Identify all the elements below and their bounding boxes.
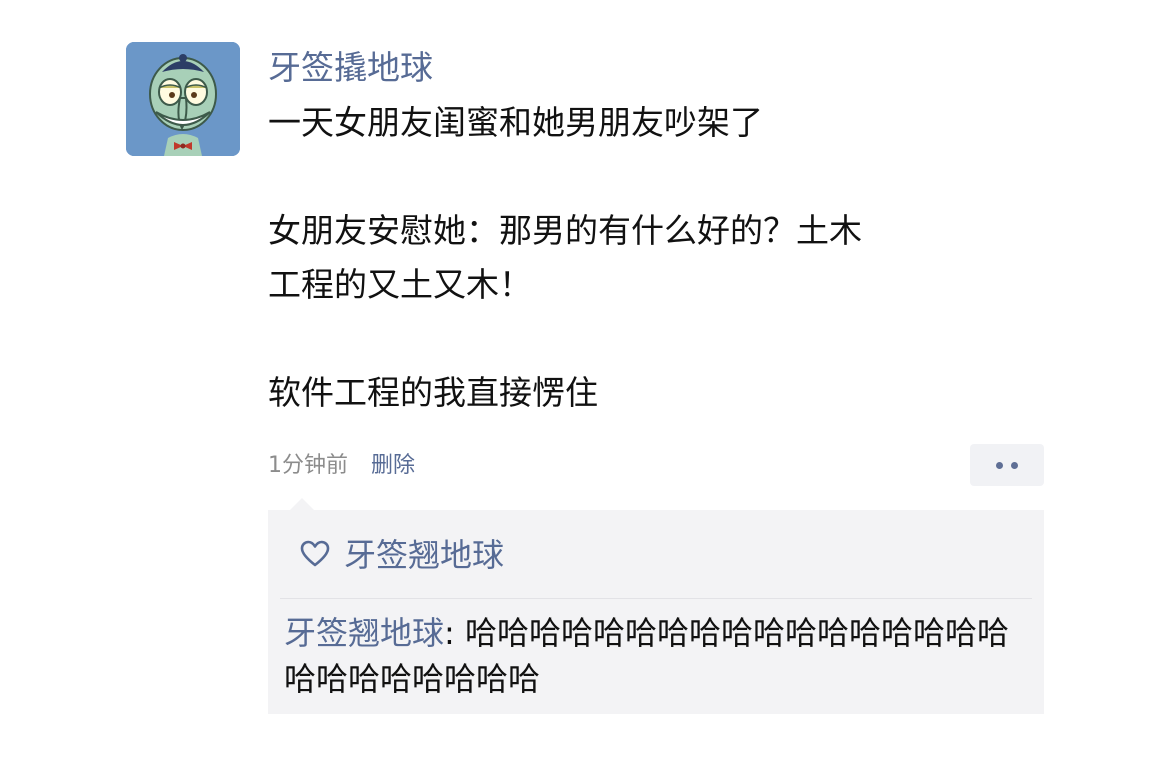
post-content: 牙签撬地球 一天女朋友闺蜜和她男朋友吵架了 女朋友安慰她：那男的有什么好的？土木… — [268, 44, 1048, 420]
comment-author[interactable]: 牙签翘地球 — [284, 614, 444, 652]
more-dots-icon — [996, 462, 1003, 469]
post-text: 一天女朋友闺蜜和她男朋友吵架了 女朋友安慰她：那男的有什么好的？土木 工程的又土… — [268, 96, 1048, 420]
likes-row: 牙签翘地球 — [300, 532, 504, 578]
moments-post: 牙签撬地球 一天女朋友闺蜜和她男朋友吵架了 女朋友安慰她：那男的有什么好的？土木… — [0, 0, 1169, 758]
heart-icon — [300, 540, 330, 567]
more-actions-button[interactable] — [970, 444, 1044, 486]
squidward-avatar-icon — [126, 42, 240, 156]
post-meta: 1分钟前 删除 — [268, 448, 415, 484]
post-paragraph: 一天女朋友闺蜜和她男朋友吵架了 — [268, 103, 763, 142]
comment-separator: : — [444, 614, 465, 652]
avatar[interactable] — [126, 42, 240, 156]
post-timestamp: 1分钟前 — [268, 453, 348, 478]
delete-link[interactable]: 删除 — [371, 453, 415, 478]
interaction-panel: 牙签翘地球 牙签翘地球: 哈哈哈哈哈哈哈哈哈哈哈哈哈哈哈哈哈哈哈哈哈哈哈哈哈 — [268, 498, 1044, 714]
liker-name[interactable]: 牙签翘地球 — [344, 536, 504, 574]
more-dots-icon — [1011, 462, 1018, 469]
comment-item[interactable]: 牙签翘地球: 哈哈哈哈哈哈哈哈哈哈哈哈哈哈哈哈哈哈哈哈哈哈哈哈哈 — [284, 610, 1034, 702]
post-paragraph: 女朋友安慰她：那男的有什么好的？土木 工程的又土又木！ — [268, 211, 862, 304]
post-author-name[interactable]: 牙签撬地球 — [268, 44, 1048, 92]
post-paragraph: 软件工程的我直接愣住 — [268, 373, 598, 412]
divider — [280, 598, 1032, 599]
